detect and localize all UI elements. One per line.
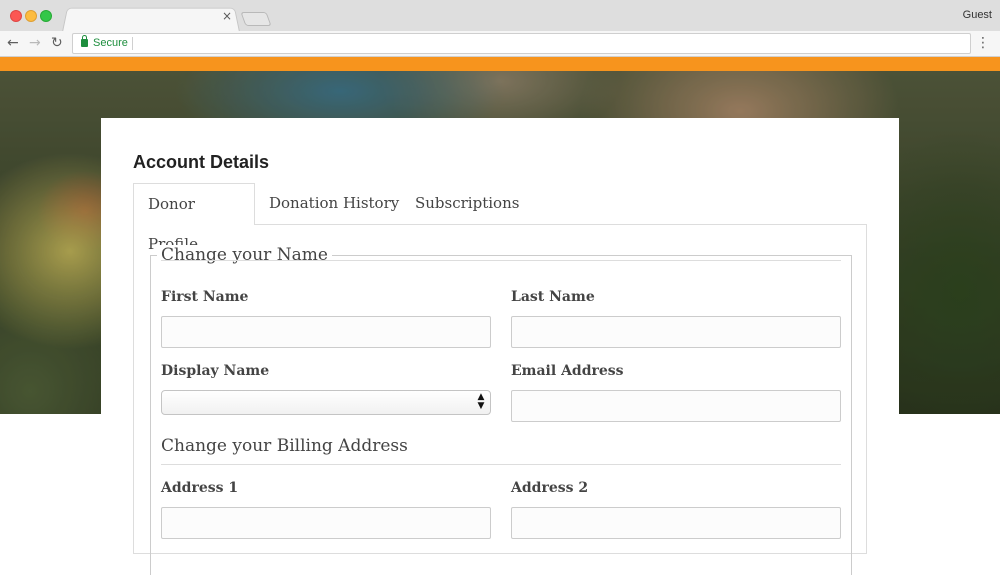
display-name-select[interactable]: ▲ ▼ bbox=[161, 390, 491, 415]
accent-bar bbox=[0, 57, 1000, 71]
tab-close-icon[interactable]: × bbox=[222, 9, 232, 23]
account-card: Account Details Donor Profile Donation H… bbox=[101, 118, 899, 575]
address-divider bbox=[132, 37, 133, 50]
browser-tab[interactable] bbox=[62, 7, 240, 33]
new-tab-button[interactable] bbox=[240, 12, 272, 26]
address1-input[interactable] bbox=[161, 507, 491, 539]
donor-profile-panel: Change your Name First Name Last Name Di… bbox=[133, 224, 867, 575]
billing-section-rule bbox=[161, 464, 841, 465]
account-tabs: Donor Profile Donation History Subscript… bbox=[133, 183, 867, 253]
email-input[interactable] bbox=[511, 390, 841, 422]
address-bar[interactable]: Secure bbox=[72, 33, 971, 54]
window-zoom-button[interactable] bbox=[40, 10, 52, 22]
address1-label: Address 1 bbox=[161, 480, 239, 496]
select-arrows-icon: ▲ ▼ bbox=[477, 392, 485, 411]
tab-subscriptions[interactable]: Subscriptions bbox=[401, 183, 533, 225]
name-section-rule bbox=[161, 260, 841, 261]
first-name-label: First Name bbox=[161, 289, 249, 305]
page-title: Account Details bbox=[133, 152, 270, 172]
reload-icon[interactable]: ↻ bbox=[51, 35, 63, 51]
window-minimize-button[interactable] bbox=[25, 10, 37, 22]
browser-toolbar: ← → ↻ Secure ⋮ bbox=[0, 31, 1000, 57]
address2-input[interactable] bbox=[511, 507, 841, 539]
last-name-input[interactable] bbox=[511, 316, 841, 348]
email-label: Email Address bbox=[511, 363, 624, 379]
arrow-right-icon[interactable]: → bbox=[29, 35, 41, 51]
tab-donor-profile[interactable]: Donor Profile bbox=[133, 183, 255, 253]
profile-label[interactable]: Guest bbox=[963, 9, 992, 21]
last-name-label: Last Name bbox=[511, 289, 595, 305]
first-name-input[interactable] bbox=[161, 316, 491, 348]
name-section-title: Change your Name bbox=[157, 245, 332, 265]
tab-donation-history[interactable]: Donation History bbox=[255, 183, 413, 225]
browser-titlebar: × Guest bbox=[0, 0, 1000, 33]
display-name-label: Display Name bbox=[161, 363, 270, 379]
address2-label: Address 2 bbox=[511, 480, 589, 496]
billing-section-title: Change your Billing Address bbox=[161, 436, 408, 456]
window-close-button[interactable] bbox=[10, 10, 22, 22]
lock-icon bbox=[81, 35, 88, 47]
arrow-left-icon[interactable]: ← bbox=[7, 35, 19, 51]
kebab-menu-icon[interactable]: ⋮ bbox=[976, 35, 990, 51]
secure-label: Secure bbox=[93, 37, 128, 49]
